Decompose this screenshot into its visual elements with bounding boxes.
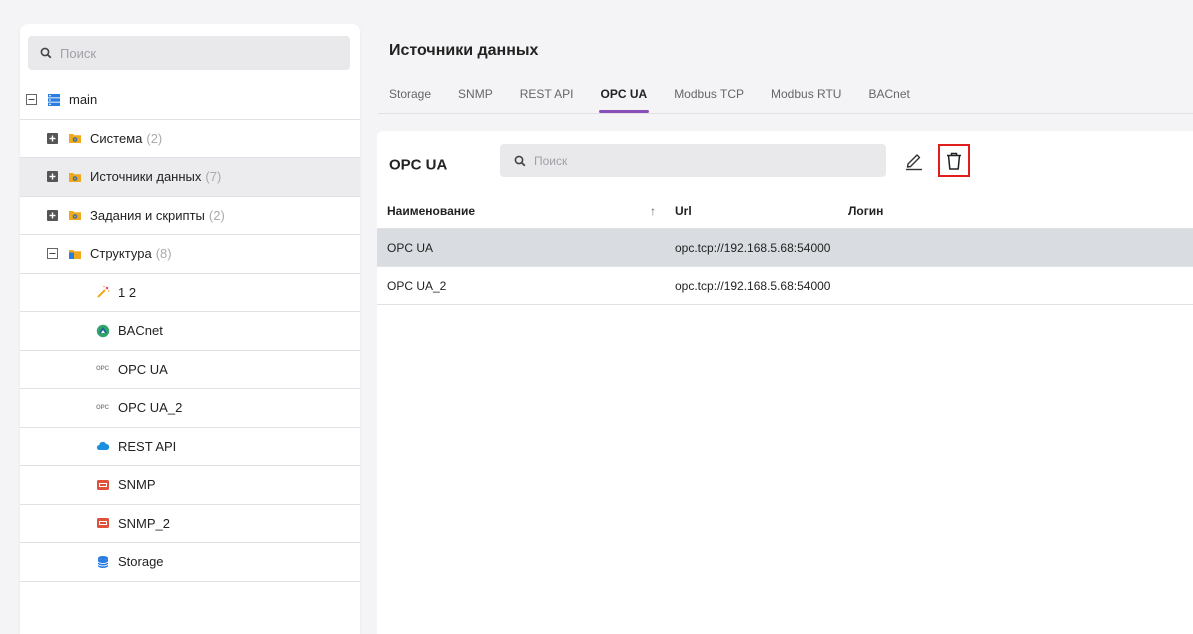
tree-group-tasks-scripts[interactable]: Задания и скрипты (2) [20,197,360,235]
folder-gear-icon [69,211,81,221]
tree-root-main[interactable]: main [20,81,360,120]
cell-name: OPC UA [387,240,434,255]
tree-item-snmp[interactable]: SNMP [20,466,360,505]
tree-item-label: REST API [118,438,177,454]
tree-item-rest-api[interactable]: REST API [20,428,360,466]
tree-item-label: Storage [118,554,164,570]
tree-group-label: Источники данных [90,169,202,185]
tree-group-label: Система [90,130,143,146]
page-title: Источники данных [389,42,539,59]
tree-item-label: OPC UA [118,361,168,377]
tab-snmp[interactable]: SNMP [458,87,493,113]
tree-group-count: (2) [146,130,163,146]
expand-icon[interactable] [47,132,58,144]
tree-item-label: OPC UA_2 [118,400,183,416]
search-icon [40,47,52,59]
tree-search-input[interactable]: Поиск [28,36,350,70]
sort-asc-icon[interactable]: ↑ [650,204,656,218]
opc-ua-card: OPC UA Поиск Наименование ↑ Url Логин OP… [377,131,1193,634]
search-icon [514,155,526,166]
tree-group-data-sources[interactable]: Источники данных (7) [20,158,360,197]
opc-icon: OPC [96,366,110,373]
column-header-name[interactable]: Наименование [387,204,475,218]
tree-item-1-2[interactable]: 1 2 [20,274,360,312]
table-header: Наименование ↑ Url Логин [377,193,1193,229]
edit-button[interactable] [904,149,924,171]
trash-icon [947,152,961,170]
source-tabs: Storage SNMP REST API OPC UA Modbus TCP … [389,87,937,113]
tree-item-opc-ua-2[interactable]: OPC OPC UA_2 [20,389,360,428]
pencil-icon [906,154,922,171]
tree-group-label: Задания и скрипты [90,207,205,223]
tab-bacnet[interactable]: BACnet [868,87,909,113]
database-icon [97,555,109,568]
tree-item-storage[interactable]: Storage [20,543,360,582]
header-divider [378,113,1193,114]
tab-opc-ua[interactable]: OPC UA [598,87,649,113]
table-row[interactable]: OPC UA opc.tcp://192.168.5.68:54000 [377,229,1193,267]
tree-item-label: 1 2 [118,284,137,300]
opc-icon: OPC [96,404,110,411]
tree-panel: Поиск main Система (2) Источники данных (7… [20,24,360,634]
column-header-login[interactable]: Логин [848,204,883,218]
tree-item-snmp-2[interactable]: SNMP_2 [20,505,360,543]
tree-item-label: SNMP [118,477,156,493]
cell-url: opc.tcp://192.168.5.68:54000 [675,240,831,255]
tree-item-label: SNMP_2 [118,515,171,531]
tree-search-placeholder: Поиск [60,45,97,61]
tree-item-label: BACnet [118,323,163,339]
wand-icon [97,285,110,298]
folder-gear-icon [69,172,81,182]
server-icon [48,93,60,106]
tree-item-bacnet[interactable]: BACnet [20,312,360,351]
sources-table: Наименование ↑ Url Логин OPC UA opc.tcp:… [377,193,1193,305]
cloud-icon [96,442,110,451]
card-search-input[interactable]: Поиск [500,144,886,177]
bacnet-icon [96,324,110,337]
tree-group-count: (7) [205,169,222,185]
expand-icon[interactable] [47,209,58,221]
tab-modbus-rtu[interactable]: Modbus RTU [771,87,841,113]
cell-url: opc.tcp://192.168.5.68:54000 [675,278,831,293]
collapse-icon[interactable] [26,94,37,106]
tab-rest-api[interactable]: REST API [520,87,574,113]
collapse-icon[interactable] [47,248,58,260]
folder-gear-icon [69,134,81,144]
cell-name: OPC UA_2 [387,278,447,293]
card-title: OPC UA [389,156,448,174]
tree-group-count: (8) [155,246,172,262]
snmp-icon [97,479,109,490]
tree-group-structure[interactable]: Структура (8) [20,235,360,274]
column-header-url[interactable]: Url [675,204,692,218]
tree: main Система (2) Источники данных (7) Зада… [20,81,360,582]
table-row[interactable]: OPC UA_2 opc.tcp://192.168.5.68:54000 [377,267,1193,305]
delete-button[interactable] [938,144,970,177]
tab-modbus-tcp[interactable]: Modbus TCP [674,87,744,113]
tree-root-label: main [69,92,98,108]
folder-icon [69,249,81,259]
tree-group-label: Структура [90,246,152,262]
snmp-icon [97,518,109,529]
tree-item-opc-ua[interactable]: OPC OPC UA [20,351,360,389]
tree-group-count: (2) [208,207,225,223]
card-search-placeholder: Поиск [534,153,568,168]
tab-storage[interactable]: Storage [389,87,431,113]
expand-icon[interactable] [47,171,58,183]
tree-group-system[interactable]: Система (2) [20,120,360,158]
